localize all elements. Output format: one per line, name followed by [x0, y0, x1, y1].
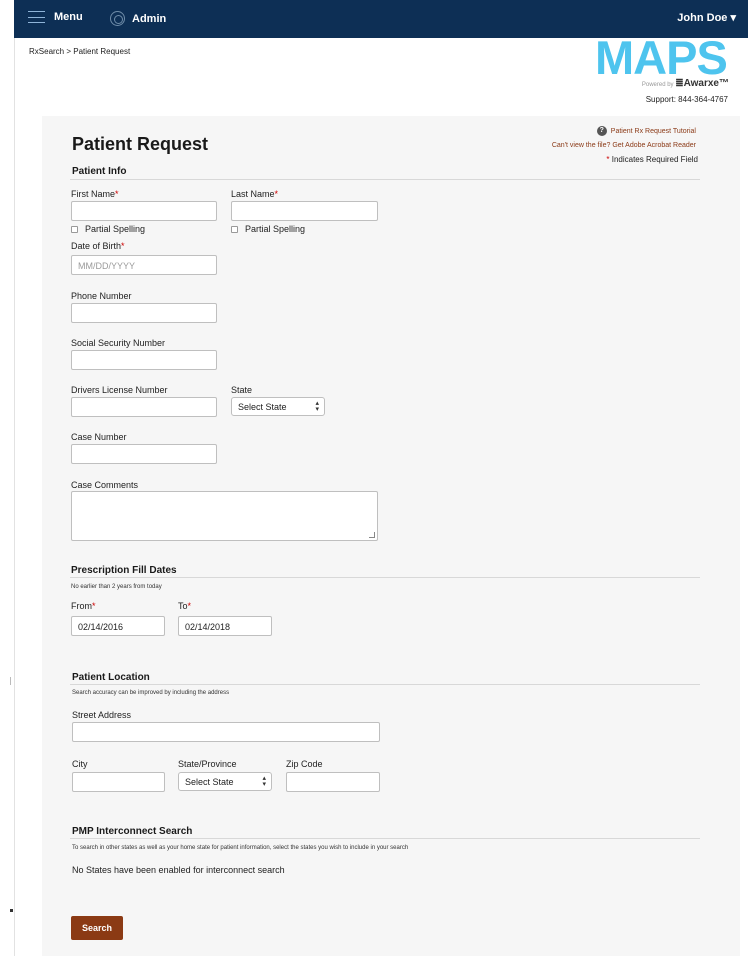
city-label: City	[72, 759, 88, 769]
first-name-label-text: First Name	[71, 189, 116, 199]
partial-spelling-label: Partial Spelling	[85, 224, 146, 234]
zip-code-input[interactable]	[286, 772, 380, 792]
required-asterisk: *	[606, 155, 610, 164]
fill-dates-title: Prescription Fill Dates	[71, 565, 177, 576]
case-number-label: Case Number	[71, 432, 127, 442]
gear-icon	[110, 11, 125, 26]
dob-label-text: Date of Birth	[71, 241, 122, 251]
help-icon: ?	[596, 126, 607, 136]
required-asterisk: *	[115, 189, 119, 199]
page-left-border	[14, 38, 15, 956]
dob-input[interactable]: MM/DD/YYYY	[71, 255, 217, 275]
zip-code-label: Zip Code	[286, 759, 323, 769]
from-date-input[interactable]: 02/14/2016	[71, 616, 165, 636]
case-comments-textarea[interactable]	[71, 491, 378, 541]
hamburger-icon	[28, 11, 45, 23]
search-button[interactable]: Search	[71, 916, 123, 940]
logo-powered-by: Powered by ≣Awarxe™	[642, 78, 729, 89]
resize-handle-icon[interactable]	[369, 532, 375, 538]
scroll-mark	[10, 677, 11, 685]
case-comments-label: Case Comments	[71, 480, 139, 490]
to-date-label: To*	[178, 601, 191, 611]
ssn-input[interactable]	[71, 350, 217, 370]
admin-button[interactable]: Admin	[110, 11, 166, 26]
adobe-reader-link[interactable]: Can't view the file? Get Adobe Acrobat R…	[552, 142, 696, 149]
select-arrows-icon: ▴ ▾	[315, 400, 319, 413]
checkbox[interactable]	[231, 225, 238, 233]
patient-info-title: Patient Info	[72, 166, 127, 177]
select-arrows-icon: ▴ ▾	[262, 775, 266, 788]
interconnect-message: No States have been enabled for intercon…	[72, 865, 285, 875]
state-select-value: Select State	[238, 402, 287, 412]
user-menu[interactable]: John Doe ▾	[677, 11, 736, 24]
section-divider	[70, 179, 700, 180]
to-date-input[interactable]: 02/14/2018	[178, 616, 272, 636]
powered-by-text: Powered by	[641, 82, 674, 88]
last-name-label-text: Last Name	[231, 189, 275, 199]
location-note: Search accuracy can be improved by inclu…	[72, 690, 230, 696]
phone-input[interactable]	[71, 303, 217, 323]
partial-spelling-label: Partial Spelling	[245, 224, 306, 234]
last-name-partial-spelling[interactable]: Partial Spelling	[231, 224, 305, 234]
state-label: State	[231, 385, 253, 395]
page-title: Patient Request	[72, 134, 209, 154]
breadcrumb: RxSearch > Patient Request	[29, 47, 131, 56]
first-name-partial-spelling[interactable]: Partial Spelling	[71, 224, 145, 234]
drivers-license-input[interactable]	[71, 397, 217, 417]
admin-label: Admin	[132, 12, 167, 25]
patient-location-title: Patient Location	[72, 672, 150, 683]
required-asterisk: *	[121, 241, 125, 251]
section-divider	[70, 838, 700, 839]
section-divider	[70, 684, 700, 685]
support-phone: Support: 844-364-4767	[645, 95, 728, 104]
scroll-mark	[10, 909, 13, 912]
required-asterisk: *	[274, 189, 279, 199]
tutorial-link-text: Patient Rx Request Tutorial	[610, 127, 696, 135]
ssn-label: Social Security Number	[71, 338, 166, 348]
required-asterisk: *	[92, 601, 96, 611]
street-address-input[interactable]	[72, 722, 380, 742]
state-province-label: State/Province	[178, 759, 237, 769]
logo-text: MAPS	[595, 31, 728, 84]
awarxe-brand: ≣Awarxe™	[675, 78, 729, 89]
section-divider	[70, 577, 700, 578]
required-note-text: Indicates Required Field	[611, 155, 698, 164]
to-label-text: To	[178, 601, 188, 611]
first-name-input[interactable]	[71, 201, 217, 221]
street-address-label: Street Address	[72, 710, 132, 720]
case-number-input[interactable]	[71, 444, 217, 464]
state-select[interactable]: Select State ▴ ▾	[231, 397, 325, 416]
menu-label: Menu	[54, 11, 83, 23]
required-field-note: * Indicates Required Field	[606, 155, 698, 164]
maps-logo: MAPS Powered by ≣Awarxe™	[595, 31, 735, 89]
from-date-label: From*	[71, 601, 96, 611]
dob-label: Date of Birth*	[71, 241, 125, 251]
fill-dates-note: No earlier than 2 years from today	[71, 584, 162, 590]
last-name-label: Last Name*	[231, 189, 278, 199]
drivers-license-label: Drivers License Number	[71, 385, 168, 395]
checkbox[interactable]	[71, 225, 78, 233]
interconnect-note: To search in other states as well as you…	[72, 845, 409, 851]
last-name-input[interactable]	[231, 201, 378, 221]
interconnect-title: PMP Interconnect Search	[72, 826, 193, 837]
from-label-text: From	[71, 601, 92, 611]
first-name-label: First Name*	[71, 189, 119, 199]
menu-button[interactable]: Menu	[28, 11, 83, 23]
required-asterisk: *	[187, 601, 192, 611]
state-province-select[interactable]: Select State ▴ ▾	[178, 772, 272, 791]
city-input[interactable]	[72, 772, 165, 792]
phone-label: Phone Number	[71, 291, 132, 301]
state-province-value: Select State	[185, 777, 234, 787]
tutorial-link[interactable]: ? Patient Rx Request Tutorial	[596, 126, 696, 136]
